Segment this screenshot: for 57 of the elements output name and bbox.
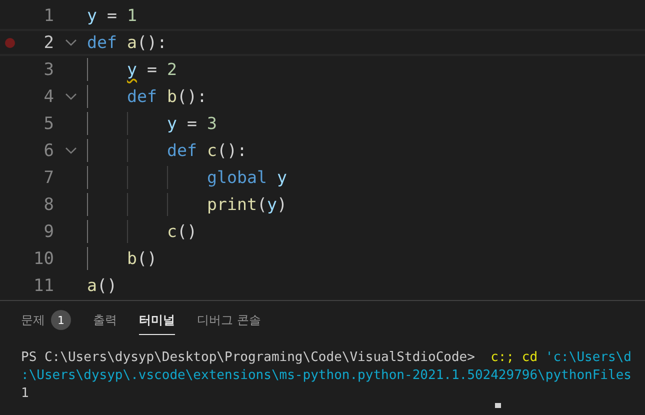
panel-tab[interactable]: 터미널 [139, 311, 175, 335]
line-number: 9 [42, 222, 54, 242]
code-token: 2 [166, 60, 177, 79]
code-token: (): [176, 87, 207, 106]
line-number: 8 [42, 194, 54, 214]
terminal-text: 'c:\Users\d [545, 349, 632, 367]
warning-code-token: y [127, 60, 137, 79]
code-token: 3 [206, 114, 217, 133]
code-token: ( [256, 195, 267, 214]
code-token: ) [276, 195, 287, 214]
code-token: = [186, 114, 198, 133]
code-token: () [177, 222, 197, 241]
code-token: def [87, 33, 118, 52]
code-token: (): [216, 141, 247, 160]
code-token: b [166, 87, 177, 106]
line-number: 10 [32, 248, 54, 268]
line-number: 2 [42, 32, 54, 52]
panel-tab[interactable]: 문제 1 [21, 311, 71, 335]
code-token: def [127, 87, 158, 106]
code-token: () [97, 276, 117, 295]
line-number: 11 [32, 276, 54, 296]
code-token: y [167, 114, 177, 133]
code-token: b [127, 249, 137, 268]
line-number: 4 [42, 86, 54, 106]
breakpoint-dot[interactable] [5, 38, 15, 48]
chevron-down-icon[interactable] [64, 92, 76, 100]
terminal-cursor [495, 403, 501, 408]
terminal-text: :\Users\dysyp\.vscode\extensions\ms-python.python-2021.1.502429796\pythonFiles [21, 367, 632, 385]
code-token: y [266, 195, 277, 214]
code-token: = [106, 6, 118, 25]
count-badge: 1 [51, 310, 71, 330]
line-number: 5 [42, 114, 54, 134]
code-token: = [146, 60, 158, 79]
panel-tab[interactable]: 디버그 콘솔 [197, 311, 261, 335]
code-token: global [207, 168, 268, 187]
code-token: a [126, 33, 137, 52]
terminal-text: PS C:\Users\dysyp\Desktop\Programing\Code\VisualStdioCode> [21, 349, 476, 367]
chevron-down-icon[interactable] [64, 146, 76, 154]
line-number: 3 [42, 60, 54, 80]
line-number: 6 [42, 140, 54, 160]
line-number: 1 [42, 6, 54, 26]
code-token: def [167, 141, 198, 160]
code-token: 1 [126, 6, 137, 25]
code-token: (): [136, 33, 167, 52]
code-token: print [207, 195, 257, 214]
code-token: c [167, 222, 177, 241]
code-token: c [206, 141, 217, 160]
terminal-text: 1 [21, 385, 29, 403]
terminal-text: cd [522, 349, 539, 367]
line-number: 7 [42, 168, 54, 188]
code-token: a [87, 276, 97, 295]
terminal-text: c:; [490, 349, 516, 367]
code-token: y [276, 168, 287, 187]
code-token: y [87, 6, 97, 25]
panel-tab[interactable]: 출력 [93, 311, 117, 335]
chevron-down-icon[interactable] [64, 38, 76, 46]
code-token: () [137, 249, 157, 268]
